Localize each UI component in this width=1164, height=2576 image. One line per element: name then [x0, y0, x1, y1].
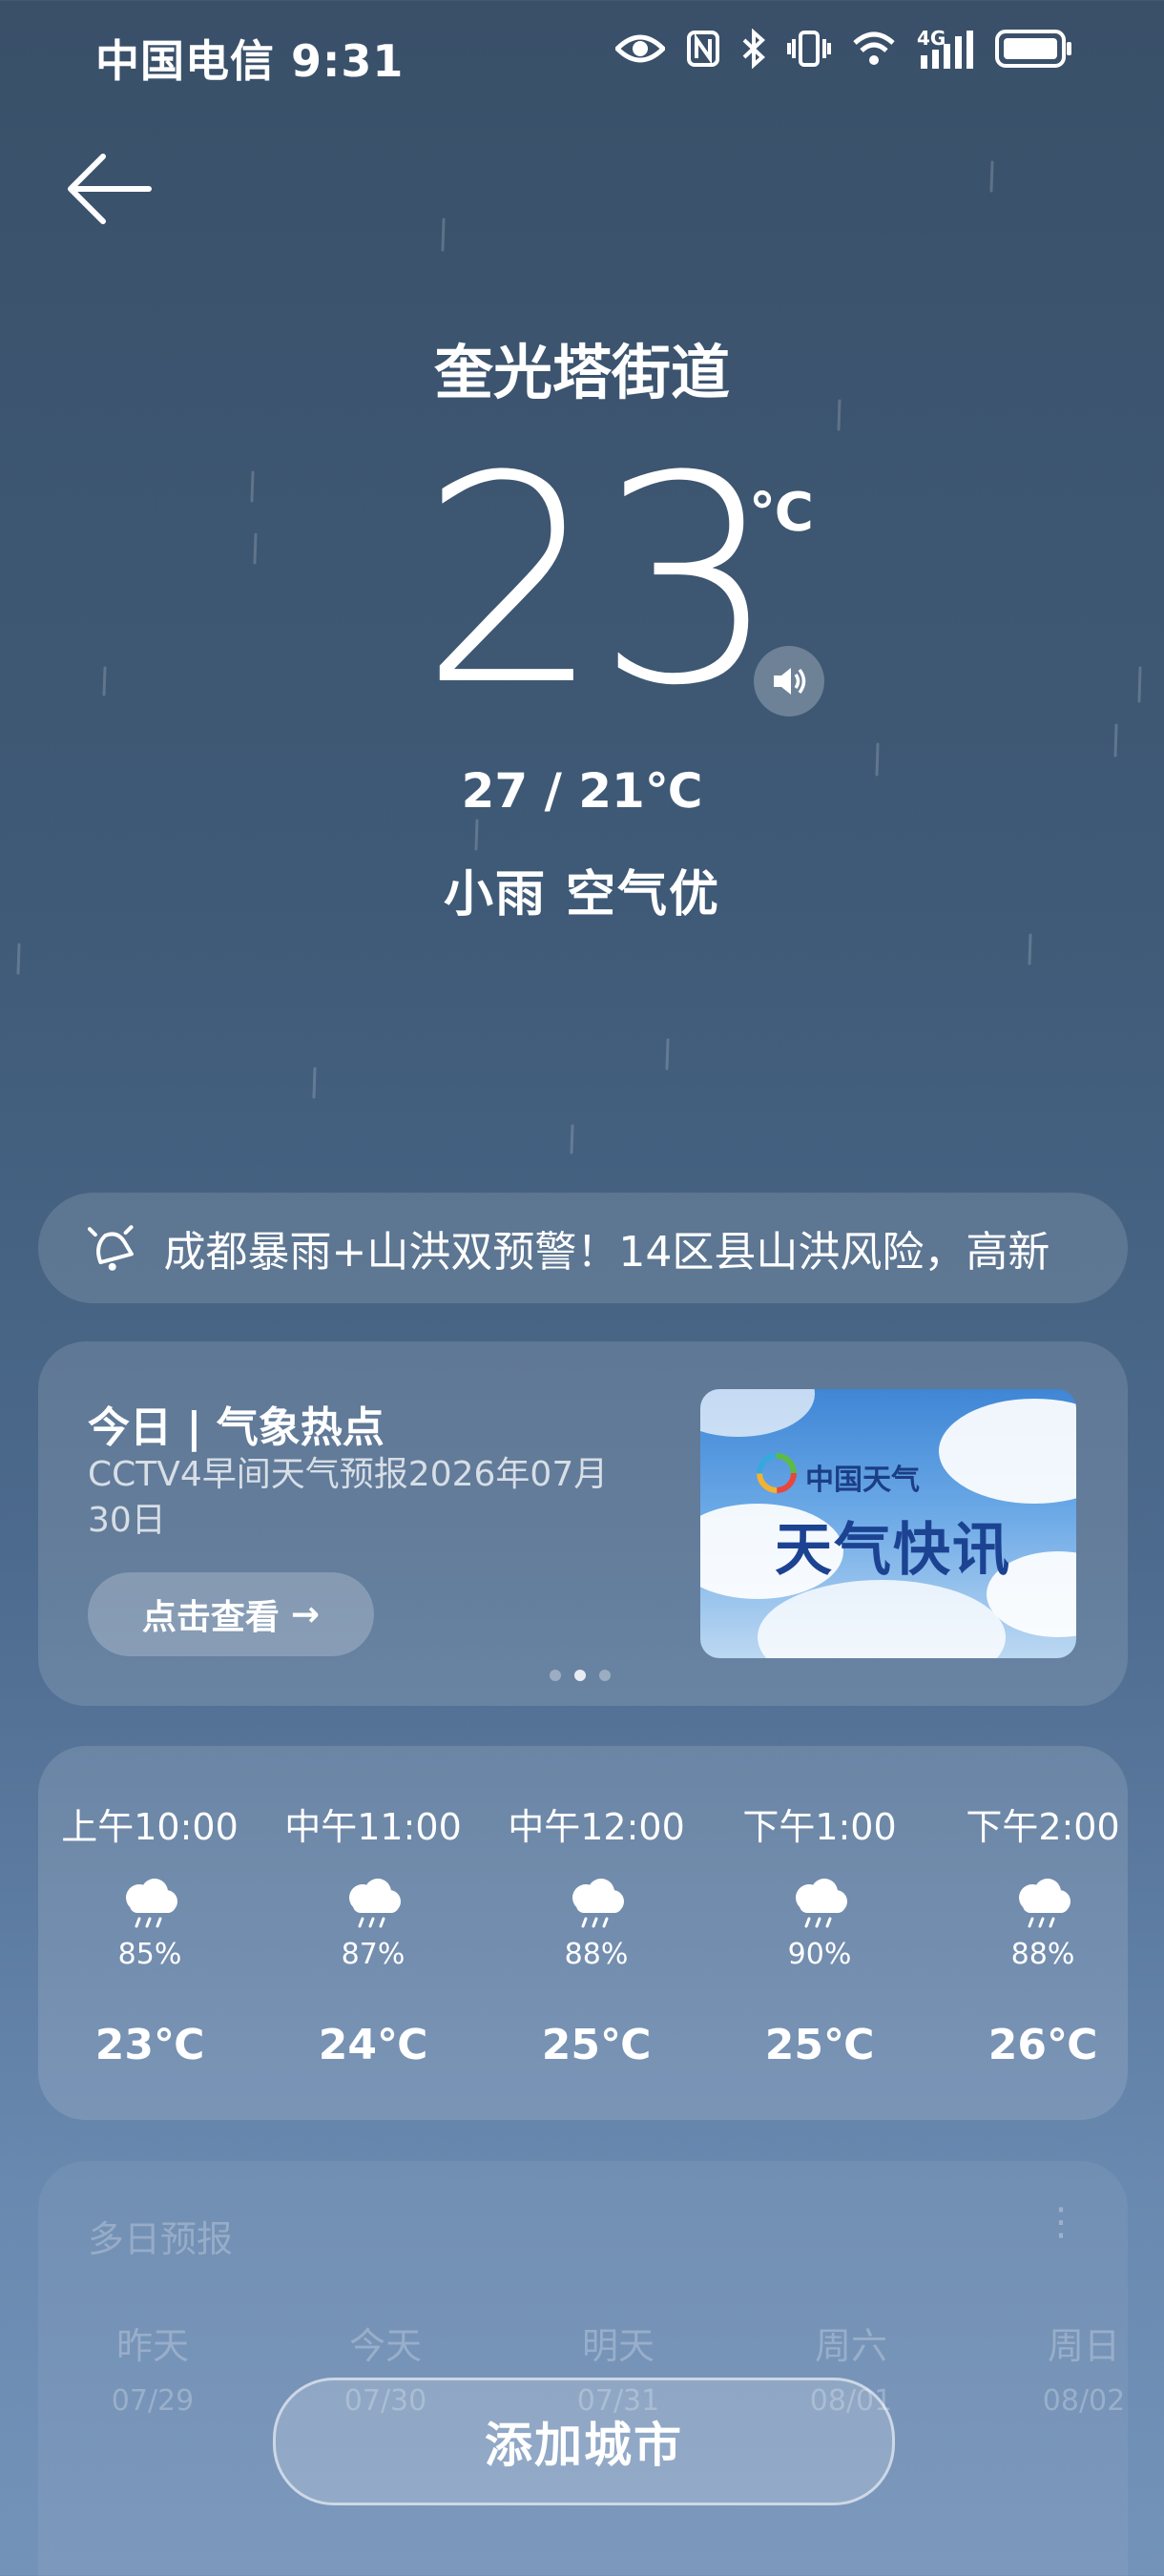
- battery-icon: [995, 29, 1073, 73]
- add-city-button[interactable]: 添加城市: [273, 2378, 895, 2505]
- carousel-dot: [599, 1670, 611, 1681]
- status-carrier-time: 中国电信 9:31: [95, 35, 405, 87]
- current-temperature: 23: [420, 415, 779, 748]
- hourly-time: 上午10:00: [61, 1806, 239, 1848]
- weather-condition: 小雨 空气优: [443, 866, 721, 924]
- temperature-range: 27 / 21℃: [461, 763, 703, 819]
- hourly-temperature: 23℃: [94, 2021, 205, 2069]
- rain-cloud-icon: [38, 1877, 261, 1934]
- hourly-item: 下午1:00 90% 25℃: [708, 1797, 931, 2069]
- hourly-precipitation: 88%: [1010, 1938, 1075, 1971]
- rain-cloud-icon: [931, 1877, 1154, 1934]
- multi-day-title: 多日预报: [88, 2218, 234, 2260]
- hourly-precipitation: 87%: [341, 1938, 405, 1971]
- day-name: 周六: [814, 2325, 887, 2367]
- weather-alert-banner[interactable]: 成都暴雨+山洪双预警！14区县山洪风险，高新: [38, 1193, 1128, 1303]
- hourly-time: 中午12:00: [508, 1806, 685, 1848]
- news-title: 今日 | 气象热点: [88, 1403, 385, 1452]
- wifi-icon: [852, 31, 896, 70]
- eye-icon: [613, 31, 667, 70]
- view-news-button[interactable]: 点击查看 →: [88, 1572, 374, 1656]
- thumbnail-title: 天气快讯: [775, 1517, 1011, 1584]
- hourly-precipitation: 90%: [787, 1938, 852, 1971]
- carousel-dots: [550, 1670, 611, 1681]
- location-title: 奎光塔街道: [433, 338, 730, 407]
- nfc-icon: [686, 30, 720, 72]
- rain-cloud-icon: [485, 1877, 708, 1934]
- bluetooth-icon: [741, 28, 766, 73]
- hourly-temperature: 24℃: [318, 2021, 428, 2069]
- more-options-icon[interactable]: ⋮: [1042, 2200, 1080, 2244]
- carousel-dot: [550, 1670, 561, 1681]
- hourly-item: 下午2:00 88% 26℃: [931, 1797, 1154, 2069]
- day-date: 07/29: [111, 2384, 195, 2418]
- speaker-button[interactable]: [754, 646, 824, 717]
- hourly-precipitation: 85%: [117, 1938, 182, 1971]
- news-subtitle: CCTV4早间天气预报2026年07月30日: [88, 1455, 609, 1540]
- rain-cloud-icon: [261, 1877, 485, 1934]
- day-forecast-item: 周日 08/02: [998, 2316, 1164, 2418]
- hourly-precipitation: 88%: [564, 1938, 629, 1971]
- signal-4g-icon: 4G: [917, 27, 974, 71]
- view-news-label: 点击查看: [141, 1598, 280, 1637]
- status-icons: 4G: [613, 27, 1073, 73]
- hourly-time: 下午1:00: [742, 1806, 897, 1848]
- arrow-right-icon: →: [290, 1594, 321, 1634]
- day-forecast-item: 昨天 07/29: [67, 2316, 239, 2418]
- hourly-temperature: 25℃: [541, 2021, 652, 2069]
- thumbnail-brand: 中国天气: [805, 1464, 920, 1497]
- rain-cloud-icon: [708, 1877, 931, 1934]
- day-date: 08/02: [1042, 2384, 1126, 2418]
- vibrate-icon: [787, 30, 831, 72]
- arrow-left-icon: [68, 154, 152, 224]
- day-name: 今天: [348, 2325, 422, 2367]
- day-name: 明天: [581, 2325, 655, 2367]
- alert-bell-icon: [87, 1225, 134, 1271]
- day-name: 周日: [1047, 2325, 1120, 2367]
- hourly-temperature: 26℃: [987, 2021, 1098, 2069]
- china-weather-logo: [757, 1453, 797, 1493]
- temperature-unit: ℃: [749, 482, 814, 544]
- speaker-icon: [774, 668, 806, 695]
- hourly-item: 中午11:00 87% 24℃: [261, 1797, 485, 2069]
- hourly-temperature: 25℃: [764, 2021, 875, 2069]
- back-button[interactable]: [67, 153, 153, 225]
- hourly-item: 上午10:00 85% 23℃: [38, 1797, 261, 2069]
- alert-text: 成都暴雨+山洪双预警！14区县山洪风险，高新: [163, 1228, 1050, 1277]
- add-city-label: 添加城市: [485, 2418, 683, 2473]
- hourly-time: 中午11:00: [284, 1806, 462, 1848]
- hourly-time: 下午2:00: [966, 1806, 1120, 1848]
- day-name: 昨天: [115, 2325, 189, 2367]
- news-thumbnail[interactable]: 中国天气 天气快讯: [700, 1389, 1076, 1658]
- hourly-item: 中午12:00 88% 25℃: [485, 1797, 708, 2069]
- carousel-dot-active: [574, 1670, 586, 1681]
